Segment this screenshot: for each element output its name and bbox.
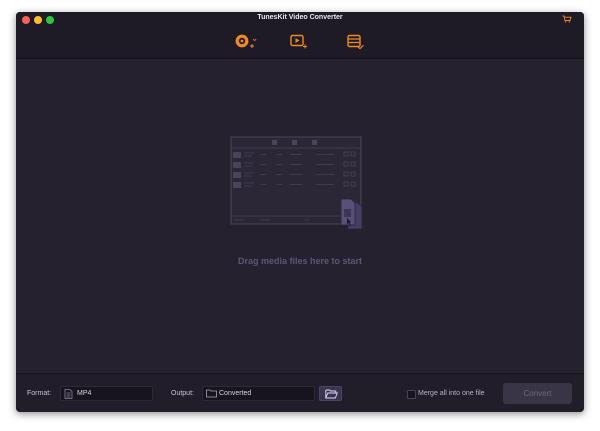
bottom-bar: Format: MP4 Output: Converted Merge all …	[16, 373, 584, 412]
output-label: Output:	[171, 390, 194, 397]
output-field[interactable]: Converted	[202, 386, 315, 401]
browse-output-button[interactable]	[319, 386, 342, 401]
merge-label[interactable]: Merge all into one file	[418, 390, 485, 397]
format-field[interactable]: MP4	[60, 386, 153, 401]
converted-list-icon	[347, 34, 364, 50]
add-cd-button[interactable]	[234, 34, 260, 50]
drop-area[interactable]: Drag media files here to start	[16, 59, 584, 373]
format-file-icon	[64, 389, 73, 399]
window-title: TunesKit Video Converter	[257, 14, 343, 21]
folder-icon	[206, 389, 217, 398]
add-video-button[interactable]	[290, 34, 310, 50]
app-window: TunesKit Video Converter Drag media file…	[16, 12, 584, 412]
add-video-icon	[290, 34, 307, 49]
format-label: Format:	[27, 390, 52, 397]
converted-list-button[interactable]	[347, 34, 365, 50]
merge-checkbox[interactable]	[407, 390, 416, 399]
open-folder-icon	[325, 389, 338, 399]
drag-illustration	[230, 136, 363, 230]
convert-button[interactable]: Convert	[503, 383, 572, 404]
title-bar: TunesKit Video Converter	[16, 12, 584, 58]
format-value: MP4	[77, 390, 92, 397]
drag-hint-text: Drag media files here to start	[237, 256, 363, 266]
output-value: Converted	[219, 390, 252, 397]
cart-icon[interactable]	[562, 15, 572, 23]
add-cd-icon	[235, 34, 257, 48]
